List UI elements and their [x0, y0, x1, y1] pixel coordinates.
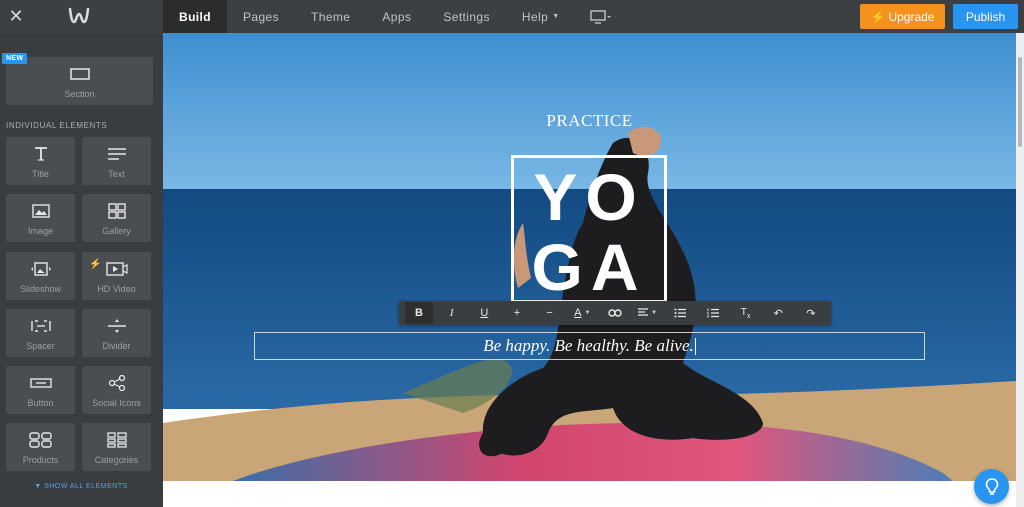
help-bubble-button[interactable]: [974, 469, 1009, 504]
slideshow-icon: [6, 260, 75, 278]
spacer-icon: [6, 317, 75, 335]
products-icon: [6, 431, 75, 449]
increase-size-button[interactable]: +: [503, 302, 531, 324]
hero-tagline: Be happy. Be healthy. Be alive.: [483, 336, 694, 355]
text-cursor: [694, 337, 696, 355]
scrollbar-thumb[interactable]: [1018, 57, 1022, 147]
lightning-icon: ⚡: [870, 9, 886, 24]
device-preview-button[interactable]: [576, 0, 626, 33]
categories-icon: [82, 431, 151, 449]
numbered-list-button[interactable]: [699, 302, 727, 324]
main-nav: Build Pages Theme Apps Settings Help ▼: [163, 0, 626, 33]
element-categories[interactable]: Categories: [82, 423, 151, 471]
plus-icon: +: [513, 307, 521, 319]
show-all-elements-link[interactable]: ▼ SHOW ALL ELEMENTS: [0, 483, 162, 490]
underline-icon: U: [480, 307, 489, 319]
tab-build[interactable]: Build: [163, 0, 227, 33]
hero-section[interactable]: PRACTICE YO GA B I U + − A ▼ ▼ Tx ↶ ↷ Be…: [163, 33, 1016, 481]
undo-button[interactable]: ↶: [764, 302, 792, 324]
text-color-icon: A: [574, 307, 582, 319]
hero-title-box[interactable]: YO GA: [511, 155, 667, 303]
editor-app: ✕ Build Pages Theme Apps Settings Help ▼ …: [0, 0, 1024, 507]
element-gallery[interactable]: Gallery: [82, 194, 151, 242]
italic-button[interactable]: I: [438, 302, 466, 324]
text-color-button[interactable]: A ▼: [568, 302, 596, 324]
title-icon: [6, 145, 75, 163]
bold-button[interactable]: B: [405, 302, 433, 324]
link-icon: [608, 309, 622, 317]
underline-button[interactable]: U: [470, 302, 498, 324]
link-button[interactable]: [601, 302, 629, 324]
hero-subtitle[interactable]: PRACTICE: [163, 111, 1016, 131]
align-left-icon: [638, 308, 649, 316]
chevron-down-icon: ▼: [584, 310, 591, 316]
desktop-icon: [589, 9, 611, 24]
align-button[interactable]: ▼: [634, 302, 662, 324]
italic-icon: I: [449, 307, 454, 319]
element-social-icons[interactable]: Social Icons: [82, 366, 151, 414]
bullet-list-button[interactable]: [666, 302, 694, 324]
bullet-list-icon: [674, 308, 687, 318]
share-icon: [82, 374, 151, 392]
element-divider[interactable]: Divider: [82, 309, 151, 357]
weebly-logo-icon: [68, 7, 90, 24]
element-hd-video[interactable]: ⚡ HD Video: [82, 252, 151, 300]
button-icon: [6, 374, 75, 392]
caret-down-icon: ▼: [34, 483, 45, 490]
video-icon: [82, 260, 151, 278]
minus-icon: −: [546, 307, 553, 319]
elements-header: INDIVIDUAL ELEMENTS: [6, 121, 108, 130]
element-products[interactable]: Products: [6, 423, 75, 471]
tab-theme[interactable]: Theme: [295, 0, 366, 33]
clear-format-button[interactable]: Tx: [732, 302, 760, 324]
text-format-toolbar: B I U + − A ▼ ▼ Tx ↶ ↷: [399, 301, 831, 325]
undo-icon: ↶: [773, 307, 783, 320]
hero-title-line-1: YO: [533, 160, 645, 234]
element-title[interactable]: Title: [6, 137, 75, 185]
tab-settings[interactable]: Settings: [427, 0, 506, 33]
new-badge: NEW: [2, 53, 28, 64]
element-text[interactable]: Text: [82, 137, 151, 185]
element-slideshow[interactable]: Slideshow: [6, 252, 75, 300]
upgrade-button[interactable]: ⚡ Upgrade: [860, 4, 945, 29]
close-icon: ✕: [8, 6, 24, 26]
numbered-list-icon: [707, 308, 719, 318]
element-image[interactable]: Image: [6, 194, 75, 242]
image-icon: [6, 202, 75, 220]
bold-icon: B: [415, 307, 423, 319]
section-icon: [6, 65, 153, 83]
gallery-icon: [82, 202, 151, 220]
publish-button[interactable]: Publish: [953, 4, 1018, 29]
text-icon: [82, 145, 151, 163]
tagline-text-editor[interactable]: Be happy. Be healthy. Be alive.: [254, 332, 925, 360]
hero-title-line-2: GA: [531, 230, 647, 304]
element-button[interactable]: Button: [6, 366, 75, 414]
redo-icon: ↷: [806, 307, 816, 320]
elements-sidebar: NEW Section INDIVIDUAL ELEMENTS Title Te…: [0, 33, 162, 507]
tab-pages[interactable]: Pages: [227, 0, 295, 33]
tab-help[interactable]: Help ▼: [506, 0, 576, 33]
chevron-down-icon: ▼: [552, 13, 560, 20]
divider-icon: [82, 317, 151, 335]
element-spacer[interactable]: Spacer: [6, 309, 75, 357]
clear-format-icon: Tx: [740, 306, 751, 320]
close-button[interactable]: ✕: [0, 0, 32, 33]
site-canvas[interactable]: PRACTICE YO GA B I U + − A ▼ ▼ Tx ↶ ↷ Be…: [163, 33, 1016, 507]
element-section[interactable]: Section: [6, 57, 153, 105]
chevron-down-icon: ▼: [651, 310, 658, 316]
decrease-size-button[interactable]: −: [536, 302, 564, 324]
top-bar: ✕ Build Pages Theme Apps Settings Help ▼ …: [0, 0, 1024, 33]
canvas-scrollbar[interactable]: [1016, 33, 1024, 507]
redo-button[interactable]: ↷: [797, 302, 825, 324]
lightbulb-icon: [985, 477, 998, 495]
tab-apps[interactable]: Apps: [366, 0, 427, 33]
